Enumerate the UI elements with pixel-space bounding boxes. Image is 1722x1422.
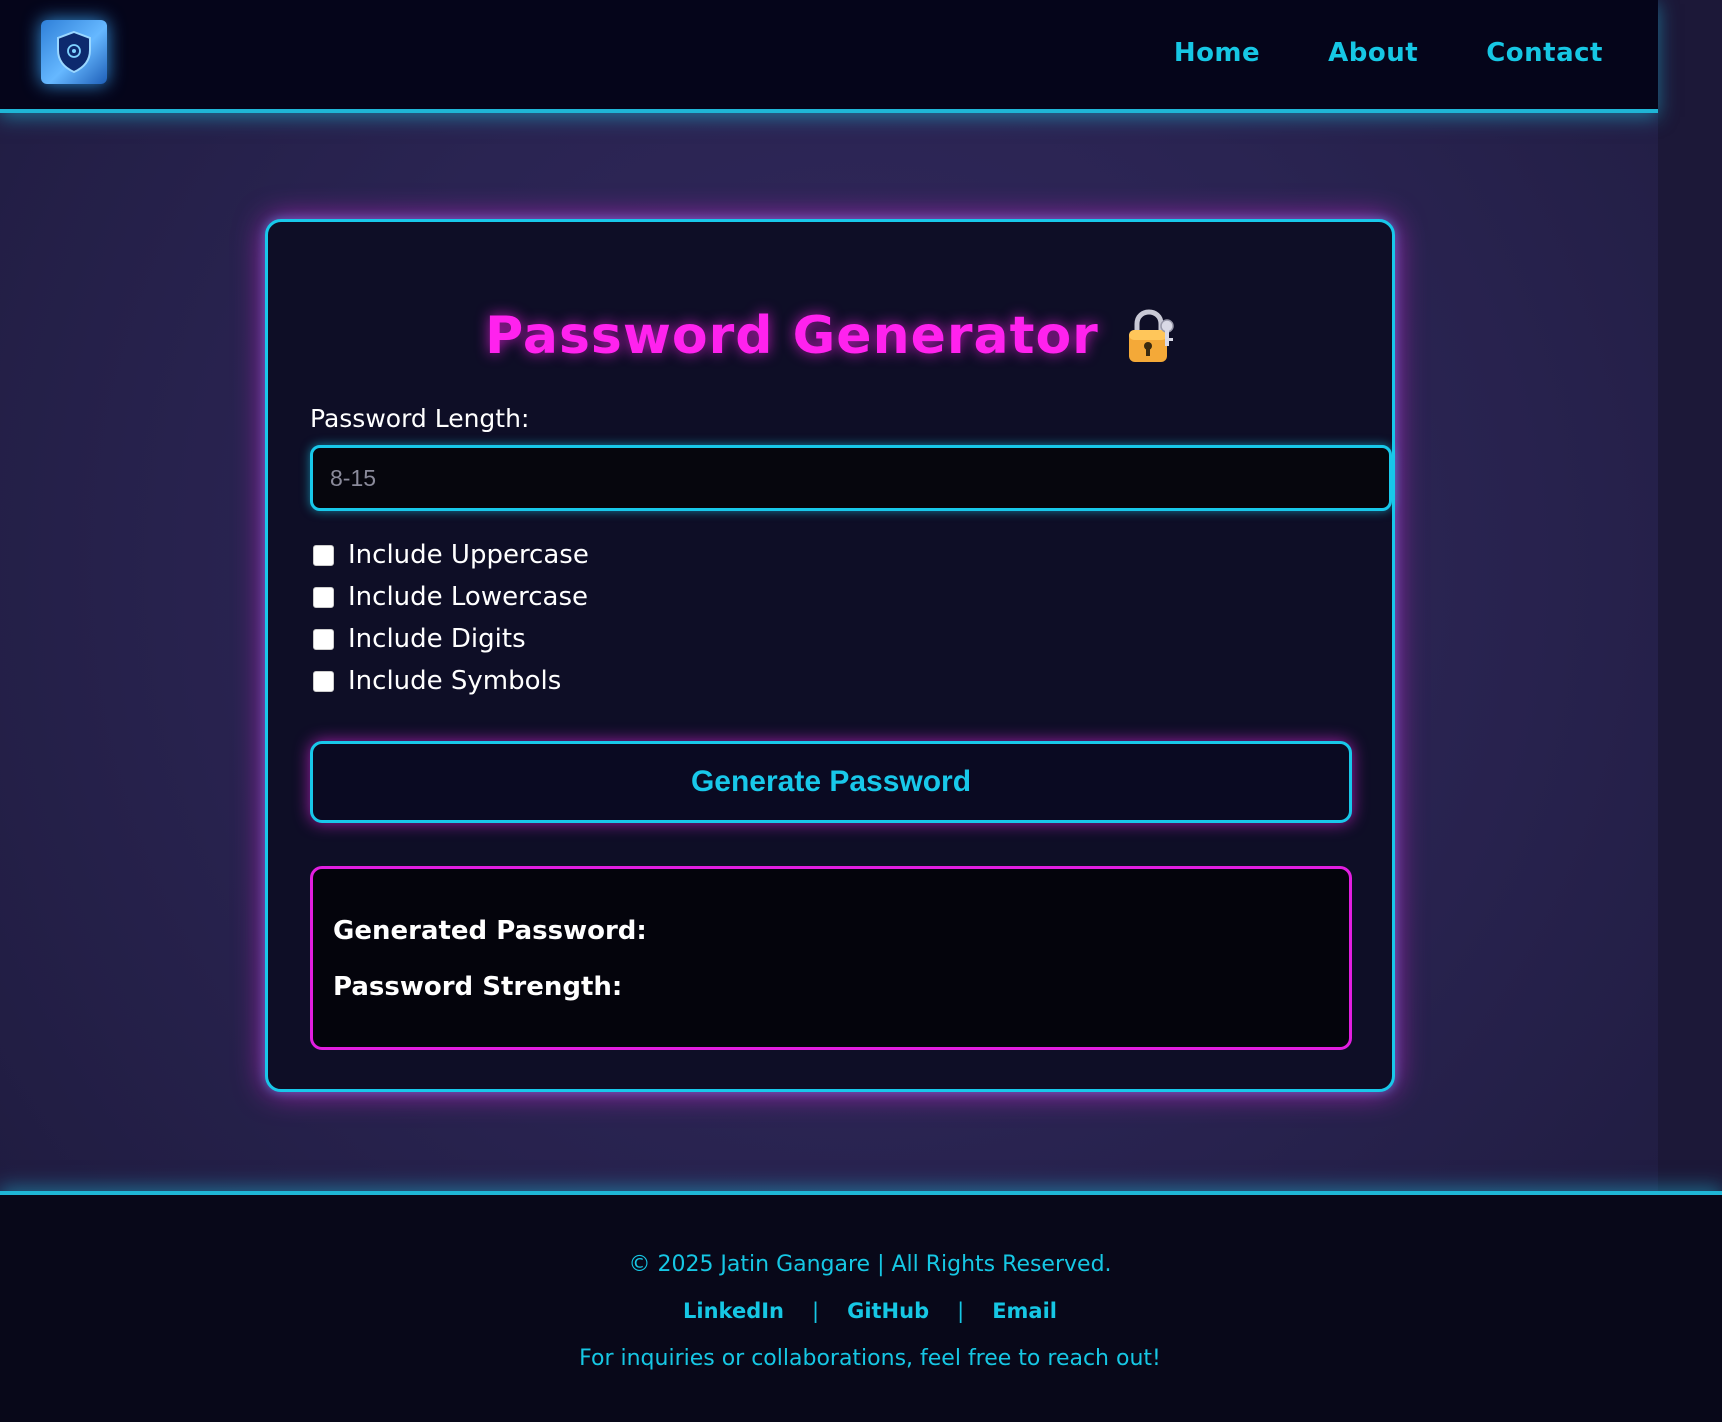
symbols-label[interactable]: Include Symbols — [348, 666, 561, 696]
digits-label[interactable]: Include Digits — [348, 624, 526, 654]
option-lowercase: Include Lowercase — [313, 582, 589, 612]
uppercase-label[interactable]: Include Uppercase — [348, 540, 589, 570]
generated-password-label: Generated Password: — [333, 916, 647, 946]
nav-contact-link[interactable]: Contact — [1486, 38, 1603, 68]
footer-links: LinkedIn | GitHub | Email — [0, 1299, 1722, 1323]
page-title: Password Generator — [485, 306, 1099, 366]
password-strength-label: Password Strength: — [333, 972, 623, 1002]
footer-separator: | — [957, 1299, 965, 1323]
footer-email-link[interactable]: Email — [992, 1299, 1057, 1323]
digits-checkbox[interactable] — [313, 628, 334, 650]
footer-note: For inquiries or collaborations, feel fr… — [579, 1346, 1161, 1371]
nav-home-link[interactable]: Home — [1174, 38, 1260, 68]
uppercase-checkbox[interactable] — [313, 544, 334, 566]
shield-icon[interactable] — [41, 20, 107, 84]
footer-copyright: © 2025 Jatin Gangare | All Rights Reserv… — [628, 1252, 1112, 1277]
option-symbols: Include Symbols — [313, 666, 589, 696]
footer-separator: | — [812, 1299, 820, 1323]
footer-linkedin-link[interactable]: LinkedIn — [683, 1299, 784, 1323]
option-digits: Include Digits — [313, 624, 589, 654]
title-row: Password Generator — [268, 306, 1392, 366]
password-length-input[interactable] — [310, 445, 1392, 511]
lock-key-icon — [1128, 309, 1174, 362]
lowercase-label[interactable]: Include Lowercase — [348, 582, 588, 612]
password-length-label: Password Length: — [310, 404, 530, 433]
page: Home About Contact Password Generator Pa… — [0, 0, 1722, 1422]
option-uppercase: Include Uppercase — [313, 540, 589, 570]
generate-password-button[interactable]: Generate Password — [310, 741, 1352, 823]
nav-about-link[interactable]: About — [1328, 38, 1418, 68]
right-edge-strip — [1658, 0, 1722, 1196]
site-footer: © 2025 Jatin Gangare | All Rights Reserv… — [0, 1191, 1722, 1422]
main-nav: Home About Contact — [1174, 38, 1603, 68]
generator-card: Password Generator Password Length: Incl… — [265, 219, 1395, 1092]
result-panel: Generated Password: Password Strength: — [310, 866, 1352, 1050]
lowercase-checkbox[interactable] — [313, 586, 334, 608]
footer-github-link[interactable]: GitHub — [847, 1299, 929, 1323]
site-header: Home About Contact — [0, 0, 1658, 113]
options-list: Include Uppercase Include Lowercase Incl… — [313, 540, 589, 696]
symbols-checkbox[interactable] — [313, 670, 334, 692]
